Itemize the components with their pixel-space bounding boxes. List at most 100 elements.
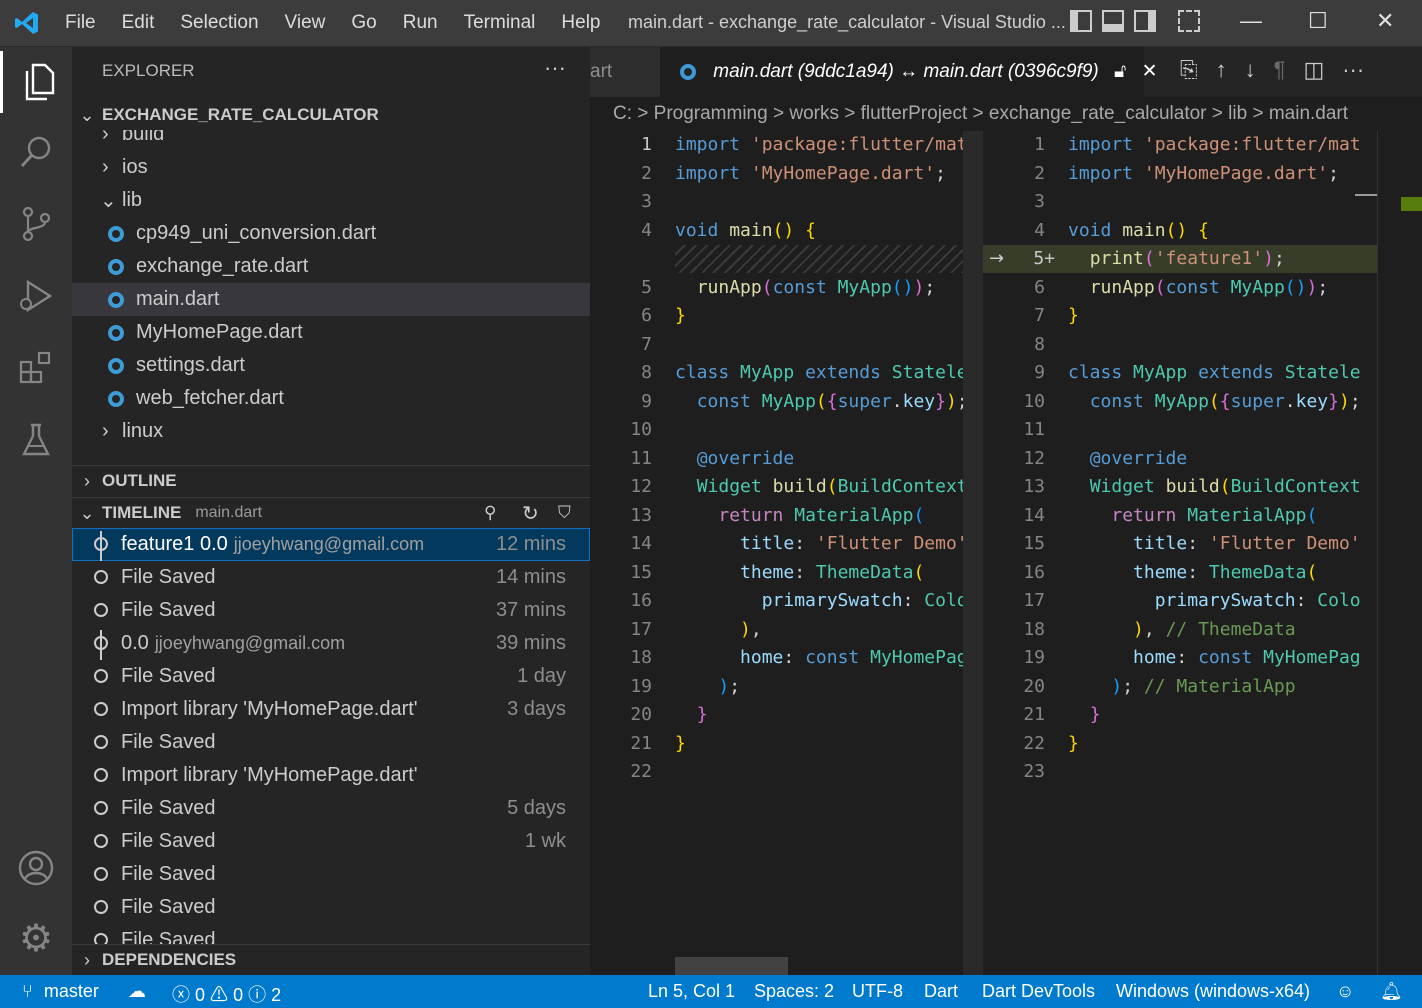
- timeline-item[interactable]: File Saved 37 mins: [72, 594, 590, 627]
- timeline-item[interactable]: File Saved 5 days: [72, 792, 590, 825]
- tree-folder-linux[interactable]: › linux: [72, 415, 590, 448]
- previous-change-icon[interactable]: ↑: [1216, 57, 1227, 83]
- timeline-item[interactable]: File Saved: [72, 726, 590, 759]
- line-number: 6: [641, 305, 652, 326]
- minimize-button[interactable]: —: [1240, 8, 1262, 34]
- project-root-header[interactable]: ⌄ EXCHANGE_RATE_CALCULATOR: [72, 100, 590, 130]
- menu-file[interactable]: File: [52, 12, 109, 34]
- tab-active-diff[interactable]: main.dart (9ddc1a94) ↔ main.dart (0396c9…: [660, 47, 1158, 97]
- problems-indicator[interactable]: ⓧ 0 ⚠ 0 ⓘ 2: [172, 981, 281, 1007]
- target-platform[interactable]: Windows (windows-x64): [1116, 981, 1310, 1002]
- timeline-header[interactable]: ⌄ TIMELINE main.dart ⚲ ↻ ⛉: [72, 497, 590, 528]
- filter-icon[interactable]: ⛉: [558, 503, 571, 523]
- timeline-item[interactable]: 0.0 jjoeyhwang@gmail.com 39 mins: [72, 627, 590, 660]
- close-tab-icon[interactable]: ✕: [1142, 61, 1158, 82]
- minimap-slider[interactable]: [1355, 194, 1377, 196]
- minimap-overview-ruler[interactable]: [1377, 131, 1422, 975]
- close-window-button[interactable]: ✕: [1376, 8, 1394, 34]
- toggle-primary-sidebar-icon[interactable]: [1070, 10, 1092, 32]
- menu-terminal[interactable]: Terminal: [451, 12, 549, 34]
- notifications-bell-icon[interactable]: 🔔︎: [1380, 981, 1403, 1002]
- line-number: 18: [630, 647, 652, 668]
- timeline-item[interactable]: File Saved 1 wk: [72, 825, 590, 858]
- customize-layout-icon[interactable]: [1178, 10, 1200, 32]
- open-file-icon[interactable]: ⎘: [1180, 57, 1198, 83]
- timeline-item[interactable]: Import library 'MyHomePage.dart' 3 days: [72, 693, 590, 726]
- timeline-item[interactable]: File Saved 1 day: [72, 660, 590, 693]
- sync-icon[interactable]: ☁: [128, 981, 146, 1002]
- timeline-item[interactable]: Import library 'MyHomePage.dart': [72, 759, 590, 792]
- more-actions-icon[interactable]: ···: [1342, 57, 1364, 83]
- line-number: 8: [1034, 334, 1045, 355]
- timeline-item[interactable]: File Saved: [72, 924, 590, 944]
- dart-file-icon: [108, 390, 124, 407]
- diff-filler-hatch: [675, 245, 975, 273]
- branch-indicator[interactable]: ⑂ master: [22, 981, 99, 1002]
- dart-devtools[interactable]: Dart DevTools: [982, 981, 1095, 1002]
- tab-previous[interactable]: art: [590, 47, 660, 97]
- tree-file-settings[interactable]: settings.dart: [72, 349, 590, 382]
- file-tree: › build › ios ⌄ lib cp949_uni_conversion…: [72, 130, 590, 458]
- toggle-panel-icon[interactable]: [1102, 10, 1124, 32]
- timeline-item-label: File Saved: [121, 566, 216, 588]
- line-number: 23: [1023, 761, 1045, 782]
- line-number: 20: [1023, 676, 1045, 697]
- extensions-icon[interactable]: [0, 337, 72, 399]
- line-number: 21: [1023, 704, 1045, 725]
- menu-go[interactable]: Go: [338, 12, 389, 34]
- timeline-item-label: Import library 'MyHomePage.dart': [121, 698, 418, 720]
- tree-file-cp949[interactable]: cp949_uni_conversion.dart: [72, 217, 590, 250]
- outline-header[interactable]: › OUTLINE: [72, 465, 590, 496]
- next-change-icon[interactable]: ↓: [1245, 57, 1256, 83]
- timeline-item[interactable]: feature1 0.0 jjoeyhwang@gmail.com 12 mins: [72, 528, 590, 561]
- timeline-item[interactable]: File Saved: [72, 858, 590, 891]
- explorer-more-actions-icon[interactable]: ···: [544, 55, 566, 81]
- tree-file-main[interactable]: main.dart: [72, 283, 590, 316]
- testing-icon[interactable]: [0, 409, 72, 471]
- diff-pane-modified[interactable]: 1 import 'package:flutter/mat 2 import 'My…: [983, 131, 1422, 975]
- split-editor-icon[interactable]: ◫: [1303, 57, 1324, 83]
- settings-gear-icon[interactable]: ⚙: [0, 907, 72, 969]
- commit-icon: [94, 531, 108, 561]
- language-mode[interactable]: Dart: [924, 981, 958, 1002]
- menu-help[interactable]: Help: [548, 12, 613, 34]
- revert-arrow-icon[interactable]: →: [989, 245, 1004, 273]
- explorer-icon[interactable]: [0, 51, 72, 113]
- source-control-icon[interactable]: [0, 193, 72, 255]
- tree-folder-build[interactable]: › build: [72, 130, 590, 151]
- menu-run[interactable]: Run: [390, 12, 451, 34]
- diff-pane-original[interactable]: 1 import 'package:flutter/mat 2 import 'My…: [590, 131, 983, 975]
- indentation[interactable]: Spaces: 2: [754, 981, 834, 1002]
- tree-label: exchange_rate.dart: [136, 255, 309, 277]
- tree-folder-macos[interactable]: › macos: [72, 448, 590, 458]
- horizontal-scrollbar[interactable]: [675, 957, 788, 975]
- vertical-scrollbar[interactable]: [963, 131, 983, 975]
- tree-file-web-fetcher[interactable]: web_fetcher.dart: [72, 382, 590, 415]
- search-icon[interactable]: [0, 121, 72, 183]
- refresh-icon[interactable]: ↻: [522, 501, 539, 526]
- timeline-item[interactable]: File Saved 14 mins: [72, 561, 590, 594]
- dependencies-header[interactable]: › DEPENDENCIES: [72, 944, 590, 975]
- line-number: 17: [630, 619, 652, 640]
- run-debug-icon[interactable]: [0, 265, 72, 327]
- menu-selection[interactable]: Selection: [167, 12, 271, 34]
- menu-edit[interactable]: Edit: [109, 12, 168, 34]
- cursor-position[interactable]: Ln 5, Col 1: [648, 981, 735, 1002]
- tree-folder-lib[interactable]: ⌄ lib: [72, 184, 590, 217]
- tree-folder-ios[interactable]: › ios: [72, 151, 590, 184]
- info-icon: ⓘ: [248, 985, 267, 1005]
- tree-file-exchange-rate[interactable]: exchange_rate.dart: [72, 250, 590, 283]
- whitespace-toggle-icon[interactable]: ¶: [1274, 57, 1286, 83]
- feedback-icon[interactable]: ☺: [1336, 981, 1354, 1002]
- breadcrumb[interactable]: C: > Programming > works > flutterProjec…: [590, 97, 1422, 131]
- line-number: 3: [641, 191, 652, 212]
- toggle-secondary-sidebar-icon[interactable]: [1134, 10, 1156, 32]
- menu-view[interactable]: View: [272, 12, 339, 34]
- maximize-button[interactable]: ☐: [1308, 8, 1328, 34]
- title-bar: File Edit Selection View Go Run Terminal…: [0, 0, 1422, 47]
- encoding[interactable]: UTF-8: [852, 981, 903, 1002]
- tree-file-myhomepage[interactable]: MyHomePage.dart: [72, 316, 590, 349]
- account-icon[interactable]: [0, 837, 72, 899]
- pin-icon[interactable]: ⚲: [484, 503, 496, 523]
- timeline-item[interactable]: File Saved: [72, 891, 590, 924]
